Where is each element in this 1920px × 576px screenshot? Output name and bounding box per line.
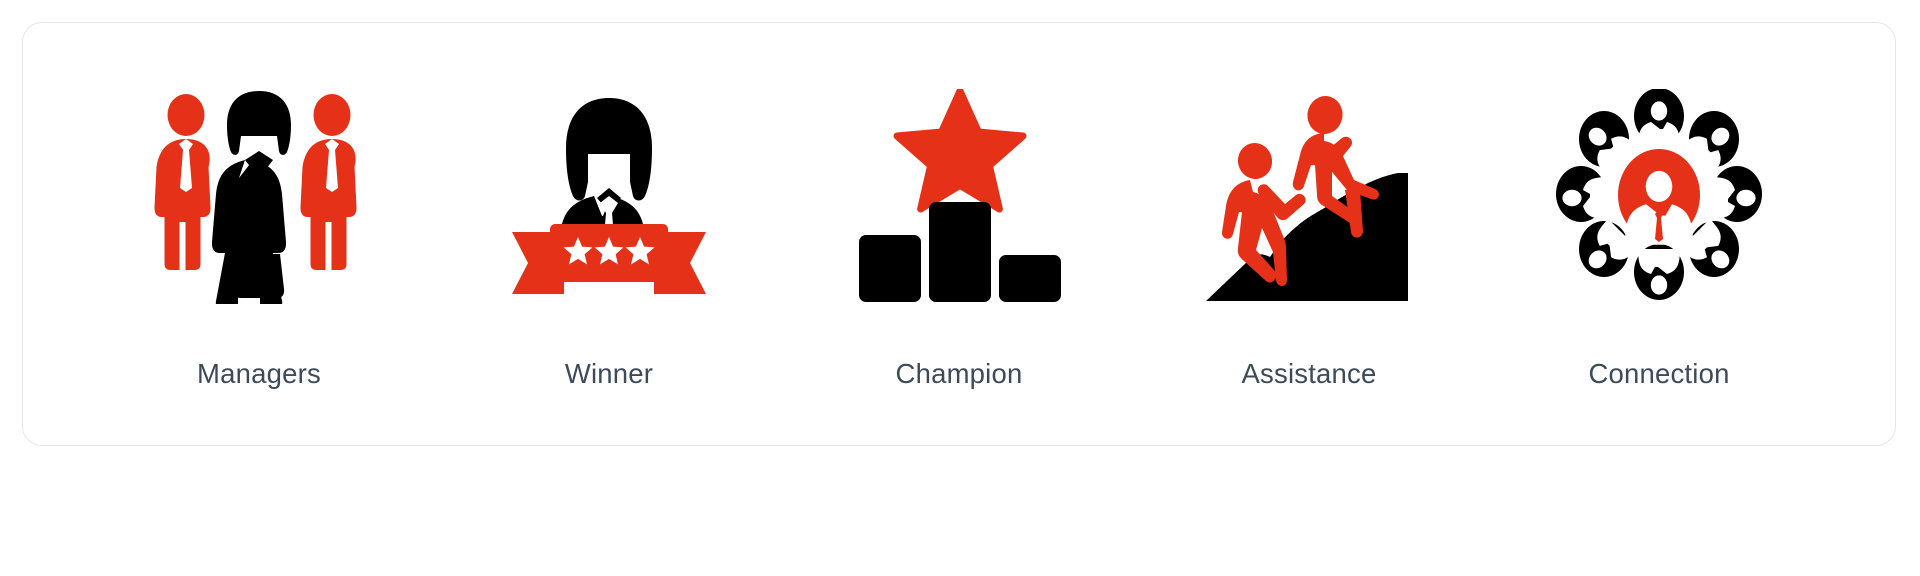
icon-label: Managers <box>197 358 321 389</box>
icon-cell-connection[interactable]: Connection <box>1484 22 1834 446</box>
connection-network-icon <box>1484 22 1834 312</box>
icon-cell-winner[interactable]: Winner <box>434 22 784 446</box>
managers-group-icon <box>84 22 434 312</box>
icon-label: Assistance <box>1241 358 1377 389</box>
icon-set-canvas: Managers Winner Champion Assistance Conn… <box>0 0 1920 576</box>
icon-cell-managers[interactable]: Managers <box>84 22 434 446</box>
icon-label: Connection <box>1588 358 1730 389</box>
winner-ribbon-icon <box>434 22 784 312</box>
icon-label: Champion <box>895 358 1023 389</box>
icon-row: Managers Winner Champion Assistance Conn… <box>22 22 1896 446</box>
assistance-helping-hand-icon <box>1134 22 1484 312</box>
icon-cell-champion[interactable]: Champion <box>784 22 1134 446</box>
icon-cell-assistance[interactable]: Assistance <box>1134 22 1484 446</box>
icon-label: Winner <box>564 358 654 389</box>
champion-podium-icon <box>784 22 1134 312</box>
